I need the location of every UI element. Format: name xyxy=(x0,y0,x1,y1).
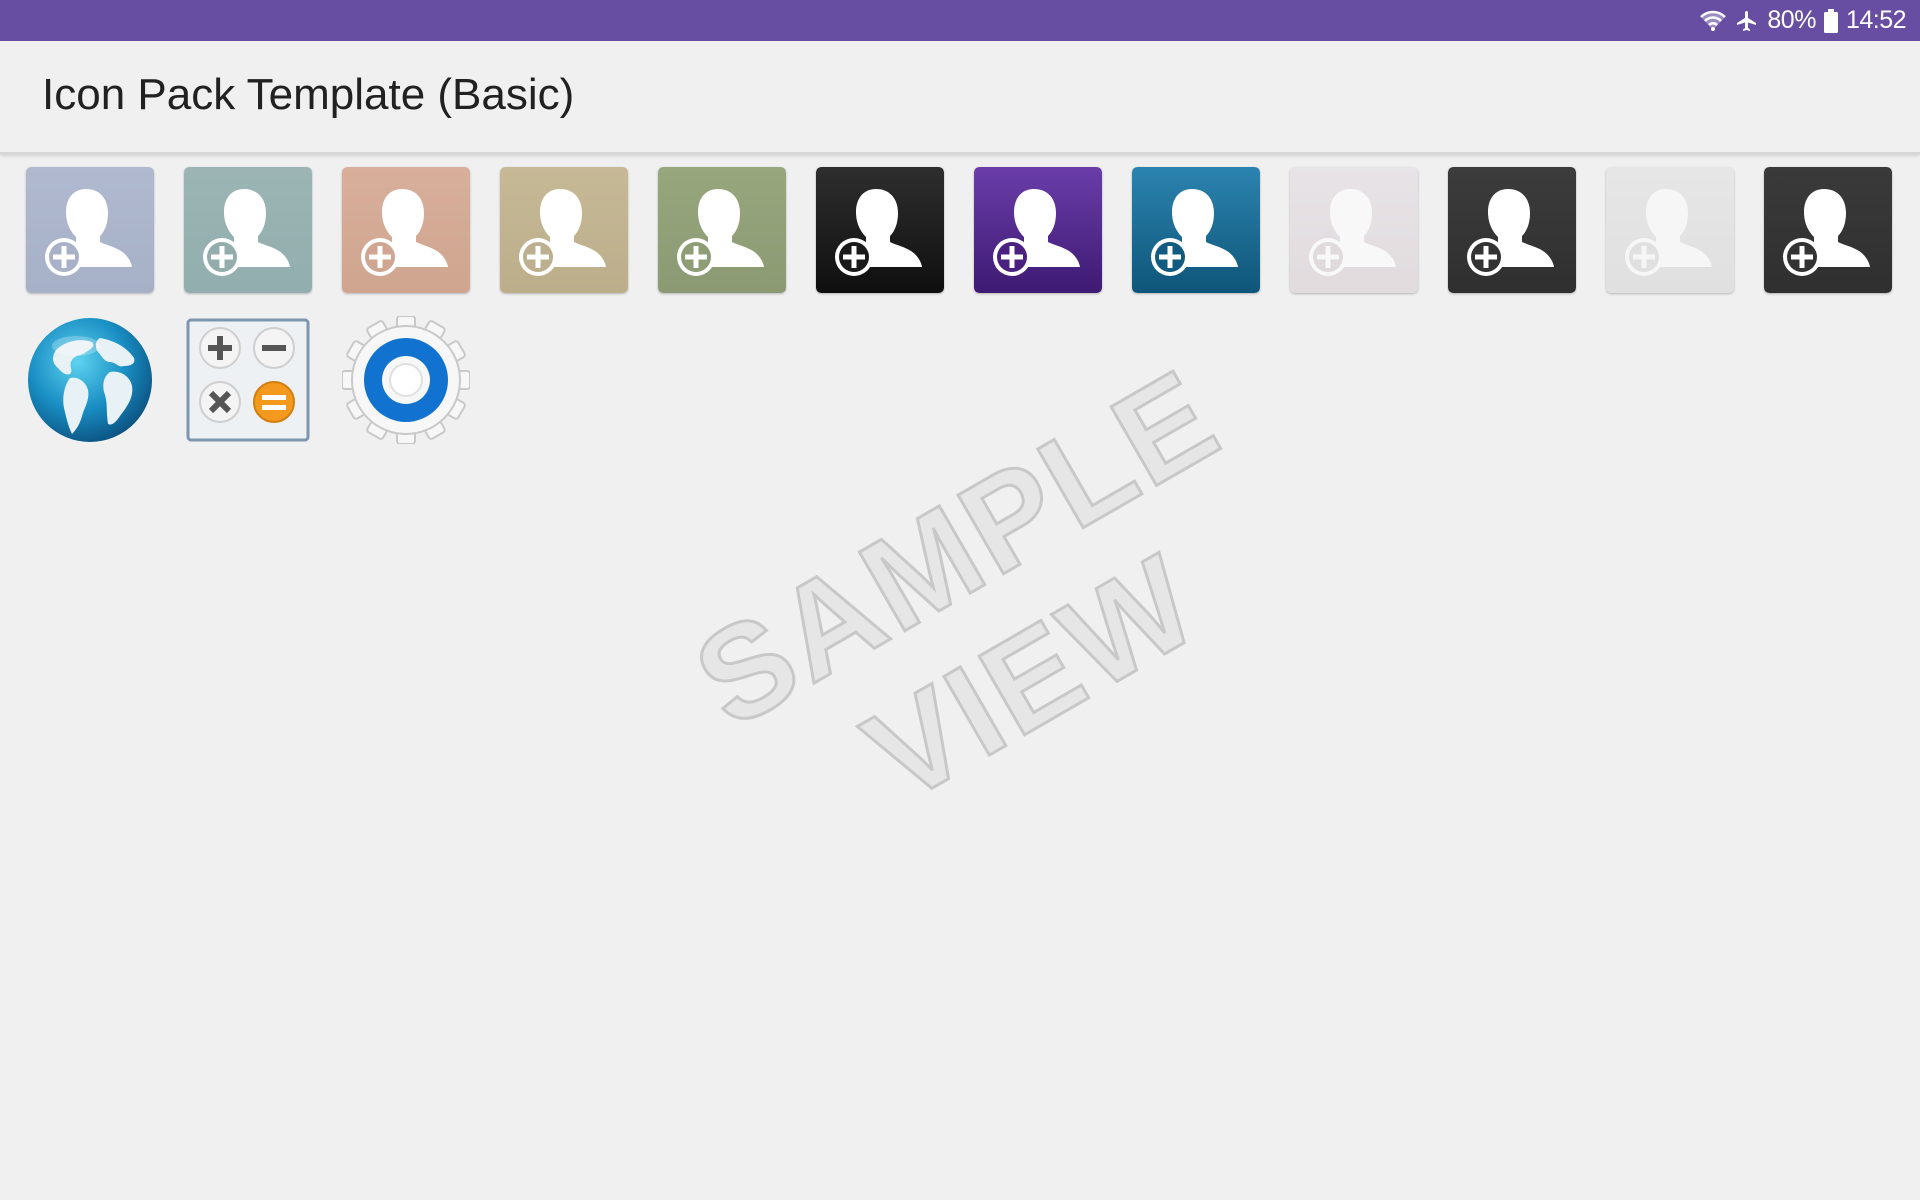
battery-icon xyxy=(1823,8,1838,33)
wifi-icon xyxy=(1699,10,1727,32)
add-contact-tile xyxy=(26,167,154,293)
add-contact-tile xyxy=(1290,167,1418,293)
battery-percent: 80% xyxy=(1767,6,1816,34)
add-contact-icon-dark-gray[interactable] xyxy=(1448,167,1576,295)
add-contact-tile xyxy=(1764,167,1892,293)
watermark-line-2: VIEW xyxy=(841,524,1224,831)
airplane-mode-icon xyxy=(1735,9,1759,33)
app-bar: Icon Pack Template (Basic) xyxy=(0,41,1920,154)
add-contact-tile xyxy=(816,167,944,293)
watermark-line-1: SAMPLE xyxy=(670,339,1244,756)
add-contact-tile xyxy=(1448,167,1576,293)
clock: 14:52 xyxy=(1845,6,1907,34)
add-contact-tile xyxy=(500,167,628,293)
calculator-icon[interactable] xyxy=(184,316,312,444)
add-contact-tile xyxy=(184,167,312,293)
status-icons: 80% 14:52 xyxy=(1699,0,1907,41)
add-contact-icon-slate[interactable] xyxy=(26,167,154,295)
add-contact-tile xyxy=(1132,167,1260,293)
add-contact-tile xyxy=(658,167,786,293)
page-title: Icon Pack Template (Basic) xyxy=(42,70,575,119)
add-contact-icon-faded-mauve[interactable] xyxy=(1290,167,1418,295)
sample-view-watermark: SAMPLE VIEW xyxy=(617,308,1323,831)
add-contact-icon-teal-gray[interactable] xyxy=(184,167,312,295)
add-contact-icon-black[interactable] xyxy=(816,167,944,295)
add-contact-icon-faded-gray[interactable] xyxy=(1606,167,1734,295)
add-contact-tile xyxy=(1606,167,1734,293)
add-contact-icon-khaki[interactable] xyxy=(500,167,628,295)
browser-globe-icon[interactable] xyxy=(26,316,154,444)
add-contact-icon-salmon[interactable] xyxy=(342,167,470,295)
add-contact-tile xyxy=(342,167,470,293)
status-bar: 80% 14:52 xyxy=(0,0,1920,41)
add-contact-icon-charcoal[interactable] xyxy=(1764,167,1892,295)
icon-grid xyxy=(0,0,1920,1200)
add-contact-icon-purple[interactable] xyxy=(974,167,1102,295)
add-contact-tile xyxy=(974,167,1102,293)
settings-gear-icon[interactable] xyxy=(341,315,471,445)
add-contact-icon-blue[interactable] xyxy=(1132,167,1260,295)
add-contact-icon-olive[interactable] xyxy=(658,167,786,295)
